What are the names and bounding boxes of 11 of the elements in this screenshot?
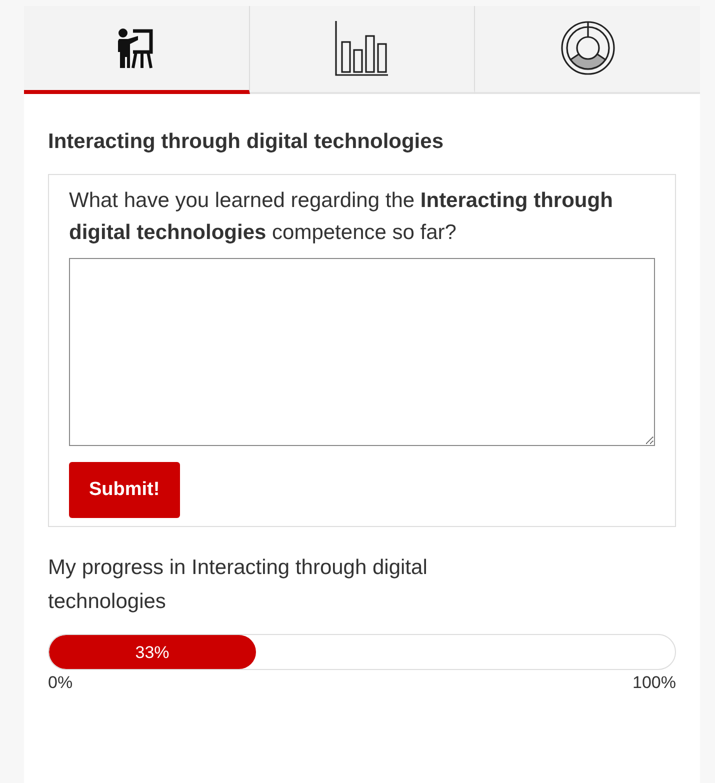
answer-field[interactable] [69,258,655,446]
donut-icon [560,20,616,76]
question-text: What have you learned regarding the Interacting through digital technologies competence so far? [69,188,614,246]
submit-button[interactable]: Submit! [69,462,180,518]
min-label: 0% [48,672,73,694]
max-label: 100% [632,672,676,694]
bar-chart-icon [334,20,390,76]
progress-reading: 33% [135,642,170,664]
progress-label: My progress in Interacting through digital technologies [48,555,428,615]
tab[interactable] [24,6,250,94]
section-heading: Interacting through digital technologies [48,129,445,155]
